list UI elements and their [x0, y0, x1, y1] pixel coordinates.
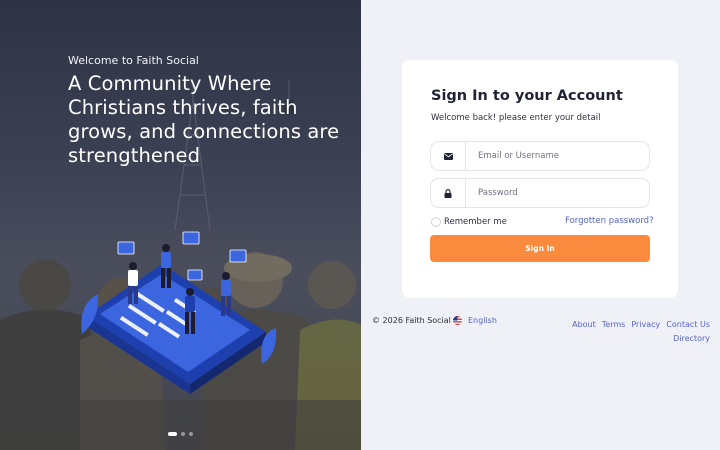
remember-me-checkbox[interactable] [431, 217, 441, 227]
username-input[interactable] [466, 143, 649, 169]
hero-eyebrow: Welcome to Faith Social [68, 54, 199, 67]
us-flag-icon [453, 316, 462, 325]
carousel-dot-3[interactable] [189, 432, 193, 436]
footer-link-contact[interactable]: Contact Us [666, 320, 710, 329]
footer-link-directory[interactable]: Directory [673, 334, 710, 343]
footer-link-terms[interactable]: Terms [602, 320, 626, 329]
sign-in-subtitle: Welcome back! please enter your detail [431, 113, 601, 123]
sign-in-card: Sign In to your Account Welcome back! pl… [402, 60, 678, 298]
language-selector[interactable]: English [453, 316, 497, 325]
footer-links: About Terms Privacy Contact Us Directory [562, 316, 710, 344]
carousel-dots [168, 432, 193, 436]
forgot-password-link[interactable]: Forgotten password? [565, 216, 654, 226]
footer-link-about[interactable]: About [572, 320, 596, 329]
language-label: English [468, 316, 497, 325]
remember-me[interactable]: Remember me [431, 217, 507, 227]
hero-headline: A Community Where Christians thrives, fa… [68, 72, 340, 167]
copyright: © 2026 Faith Social [372, 316, 451, 325]
community-illustration [81, 231, 277, 394]
password-input[interactable] [466, 180, 649, 206]
carousel-dot-2[interactable] [181, 432, 185, 436]
lock-icon [431, 179, 466, 207]
envelope-icon [431, 142, 466, 170]
remember-me-label: Remember me [444, 217, 507, 227]
carousel-dot-1[interactable] [168, 432, 177, 436]
hero-panel: Welcome to Faith Social A Community Wher… [0, 0, 361, 450]
sign-in-title: Sign In to your Account [431, 88, 623, 104]
password-field [430, 178, 650, 208]
username-field [430, 141, 650, 171]
sign-in-button[interactable]: Sign In [430, 235, 650, 262]
footer-link-privacy[interactable]: Privacy [631, 320, 660, 329]
